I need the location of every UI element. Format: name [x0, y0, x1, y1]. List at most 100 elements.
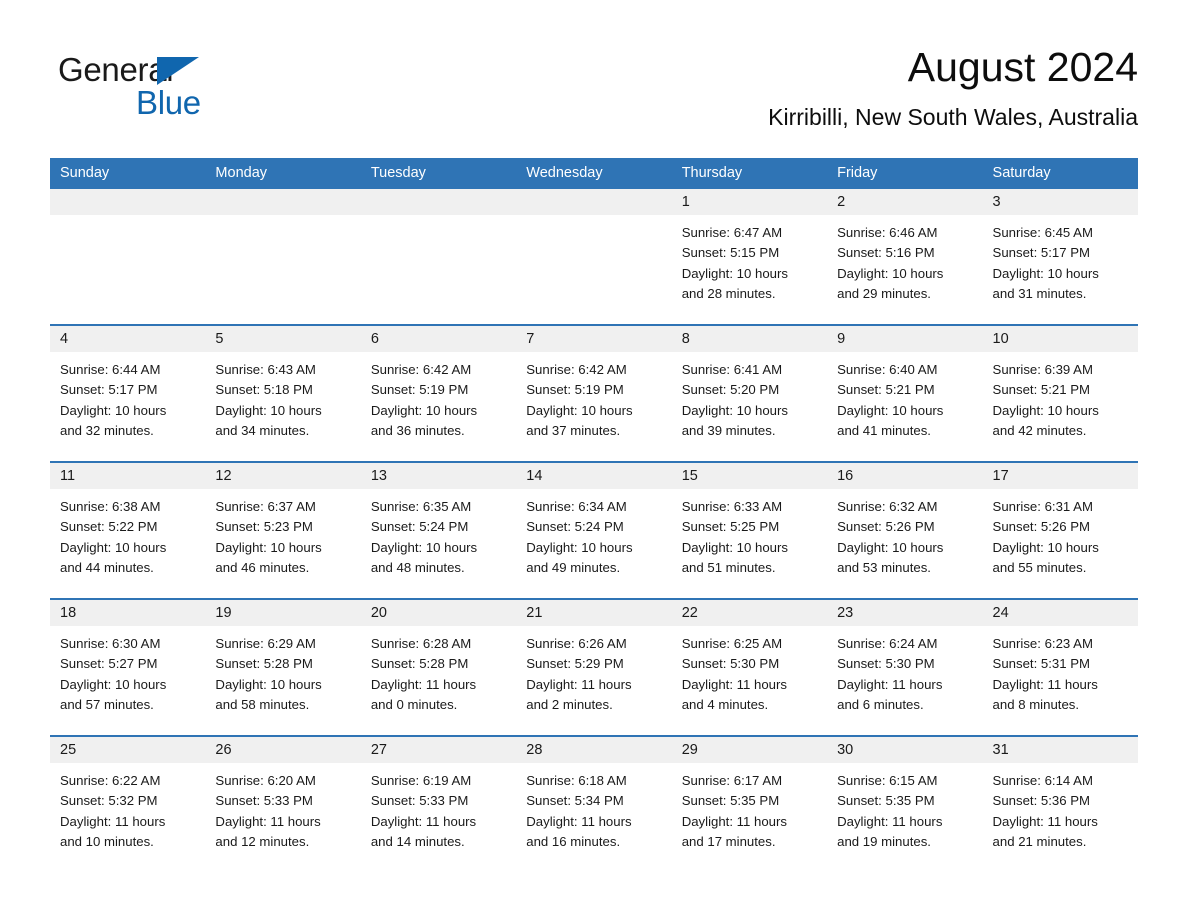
day-cell[interactable]: Sunrise: 6:26 AM Sunset: 5:29 PM Daylight:…	[516, 626, 671, 735]
day-number[interactable]: 23	[827, 600, 982, 626]
day-info-line: Sunrise: 6:32 AM	[837, 499, 938, 514]
day-number[interactable]: 7	[516, 326, 671, 352]
day-number[interactable]: 28	[516, 737, 671, 763]
day-number[interactable]: 29	[672, 737, 827, 763]
day-number[interactable]: 18	[50, 600, 205, 626]
day-number[interactable]: 1	[672, 189, 827, 215]
day-info-line: Daylight: 10 hours	[681, 539, 788, 555]
day-info-line: Sunrise: 6:44 AM	[60, 362, 161, 377]
day-info-line: Sunrise: 6:45 AM	[992, 225, 1093, 240]
day-number[interactable]: 24	[983, 600, 1138, 626]
day-info-line: Daylight: 10 hours	[370, 539, 478, 555]
day-info-line: Daylight: 11 hours	[215, 813, 321, 829]
day-info-line: Sunset: 5:15 PM	[681, 245, 780, 261]
day-info-line: and 8 minutes.	[992, 696, 1080, 712]
day-number[interactable]: 8	[672, 326, 827, 352]
day-info-line: and 48 minutes.	[370, 559, 465, 575]
day-info-line: and 46 minutes.	[215, 559, 310, 575]
calendar-week-row: 4 5 6 7 8 9 10 Sunrise: 6:44 AM Sunset: 5:17 PM D…	[50, 324, 1138, 461]
day-cell[interactable]: Sunrise: 6:28 AM Sunset: 5:28 PM Daylight:…	[361, 626, 516, 735]
day-number[interactable]: 3	[983, 189, 1138, 215]
day-info-line: Daylight: 10 hours	[992, 539, 1099, 555]
day-cell[interactable]: Sunrise: 6:25 AM Sunset: 5:30 PM Daylight:…	[672, 626, 827, 735]
day-number[interactable]: 16	[827, 463, 982, 489]
day-number[interactable]: 17	[983, 463, 1138, 489]
day-info-line: Sunset: 5:34 PM	[526, 793, 624, 809]
day-cell-empty	[516, 215, 671, 324]
day-number[interactable]: 5	[205, 326, 360, 352]
day-cell[interactable]: Sunrise: 6:19 AM Sunset: 5:33 PM Daylight:…	[361, 763, 516, 872]
day-info-line: Daylight: 11 hours	[681, 676, 787, 692]
day-cell[interactable]: Sunrise: 6:14 AM Sunset: 5:36 PM Daylight:…	[983, 763, 1138, 872]
day-cell[interactable]: Sunrise: 6:42 AM Sunset: 5:19 PM Daylight:…	[361, 352, 516, 461]
day-number[interactable]: 20	[361, 600, 516, 626]
day-number[interactable]: 10	[983, 326, 1138, 352]
day-cell[interactable]: Sunrise: 6:39 AM Sunset: 5:21 PM Daylight:…	[983, 352, 1138, 461]
day-cell[interactable]: Sunrise: 6:30 AM Sunset: 5:27 PM Daylight:…	[50, 626, 205, 735]
day-info-line: Sunrise: 6:24 AM	[837, 636, 938, 651]
day-number[interactable]: 27	[361, 737, 516, 763]
day-info-line: Sunrise: 6:34 AM	[526, 499, 627, 514]
day-cell[interactable]: Sunrise: 6:37 AM Sunset: 5:23 PM Daylight:…	[205, 489, 360, 598]
day-number[interactable]: 2	[827, 189, 982, 215]
day-cell[interactable]: Sunrise: 6:47 AM Sunset: 5:15 PM Daylight:…	[672, 215, 827, 324]
day-cell[interactable]: Sunrise: 6:41 AM Sunset: 5:20 PM Daylight:…	[672, 352, 827, 461]
day-cell-empty	[205, 215, 360, 324]
day-number[interactable]: 19	[205, 600, 360, 626]
day-number[interactable]: 9	[827, 326, 982, 352]
day-info-line: Daylight: 10 hours	[526, 539, 633, 555]
day-cell[interactable]: Sunrise: 6:18 AM Sunset: 5:34 PM Daylight:…	[516, 763, 671, 872]
day-cell[interactable]: Sunrise: 6:45 AM Sunset: 5:17 PM Daylight:…	[983, 215, 1138, 324]
general-blue-logo[interactable]: General Blue	[58, 50, 258, 130]
day-info-line: Sunrise: 6:37 AM	[215, 499, 316, 514]
day-info-line: Sunset: 5:33 PM	[370, 793, 469, 809]
day-cell[interactable]: Sunrise: 6:17 AM Sunset: 5:35 PM Daylight:…	[672, 763, 827, 872]
day-number[interactable]: 12	[205, 463, 360, 489]
day-number[interactable]: 14	[516, 463, 671, 489]
day-cell[interactable]: Sunrise: 6:15 AM Sunset: 5:35 PM Daylight:…	[827, 763, 982, 872]
day-info-line: and 49 minutes.	[526, 559, 621, 575]
day-info-line: Sunrise: 6:35 AM	[370, 499, 472, 514]
day-number[interactable]: 26	[205, 737, 360, 763]
day-info-line: and 41 minutes.	[837, 422, 931, 438]
day-info-line: Daylight: 10 hours	[60, 539, 167, 555]
day-cell[interactable]: Sunrise: 6:43 AM Sunset: 5:18 PM Daylight:…	[205, 352, 360, 461]
day-cell[interactable]: Sunrise: 6:44 AM Sunset: 5:17 PM Daylight:…	[50, 352, 205, 461]
logo-triangle-icon	[157, 57, 199, 85]
day-cell[interactable]: Sunrise: 6:23 AM Sunset: 5:31 PM Daylight:…	[983, 626, 1138, 735]
day-cell[interactable]: Sunrise: 6:31 AM Sunset: 5:26 PM Daylight:…	[983, 489, 1138, 598]
day-cell[interactable]: Sunrise: 6:32 AM Sunset: 5:26 PM Daylight:…	[827, 489, 982, 598]
day-cell[interactable]: Sunrise: 6:20 AM Sunset: 5:33 PM Daylight:…	[205, 763, 360, 872]
day-cell[interactable]: Sunrise: 6:34 AM Sunset: 5:24 PM Daylight:…	[516, 489, 671, 598]
day-cell[interactable]: Sunrise: 6:42 AM Sunset: 5:19 PM Daylight:…	[516, 352, 671, 461]
day-cell[interactable]: Sunrise: 6:29 AM Sunset: 5:28 PM Daylight:…	[205, 626, 360, 735]
day-number[interactable]: 4	[50, 326, 205, 352]
day-cell[interactable]: Sunrise: 6:24 AM Sunset: 5:30 PM Daylight:…	[827, 626, 982, 735]
day-cell[interactable]: Sunrise: 6:35 AM Sunset: 5:24 PM Daylight:…	[361, 489, 516, 598]
day-info-line: Sunset: 5:30 PM	[681, 656, 780, 672]
day-detail-row: Sunrise: 6:22 AM Sunset: 5:32 PM Daylight:…	[50, 763, 1138, 872]
day-number[interactable]: 11	[50, 463, 205, 489]
day-number[interactable]: 22	[672, 600, 827, 626]
day-number[interactable]: 21	[516, 600, 671, 626]
day-number[interactable]: 15	[672, 463, 827, 489]
day-cell[interactable]: Sunrise: 6:46 AM Sunset: 5:16 PM Daylight:…	[827, 215, 982, 324]
day-cell[interactable]: Sunrise: 6:22 AM Sunset: 5:32 PM Daylight:…	[50, 763, 205, 872]
weekday-header-wednesday: Wednesday	[526, 165, 603, 181]
day-cell[interactable]: Sunrise: 6:33 AM Sunset: 5:25 PM Daylight:…	[672, 489, 827, 598]
day-number-row: 4 5 6 7 8 9 10	[50, 326, 1138, 352]
day-number[interactable]: 6	[361, 326, 516, 352]
day-cell[interactable]: Sunrise: 6:40 AM Sunset: 5:21 PM Daylight:…	[827, 352, 982, 461]
weekday-header-monday: Monday	[215, 165, 268, 181]
day-info-line: Sunset: 5:24 PM	[526, 519, 624, 535]
day-number[interactable]: 30	[827, 737, 982, 763]
day-info-line: and 4 minutes.	[681, 696, 769, 712]
day-number[interactable]: 13	[361, 463, 516, 489]
day-info-line: Sunrise: 6:39 AM	[992, 362, 1093, 377]
day-cell[interactable]: Sunrise: 6:38 AM Sunset: 5:22 PM Daylight:…	[50, 489, 205, 598]
day-info-line: Sunset: 5:26 PM	[837, 519, 935, 535]
day-info-line: Sunrise: 6:25 AM	[681, 636, 783, 651]
day-info-line: Daylight: 11 hours	[681, 813, 787, 829]
day-number[interactable]: 25	[50, 737, 205, 763]
day-number[interactable]: 31	[983, 737, 1138, 763]
